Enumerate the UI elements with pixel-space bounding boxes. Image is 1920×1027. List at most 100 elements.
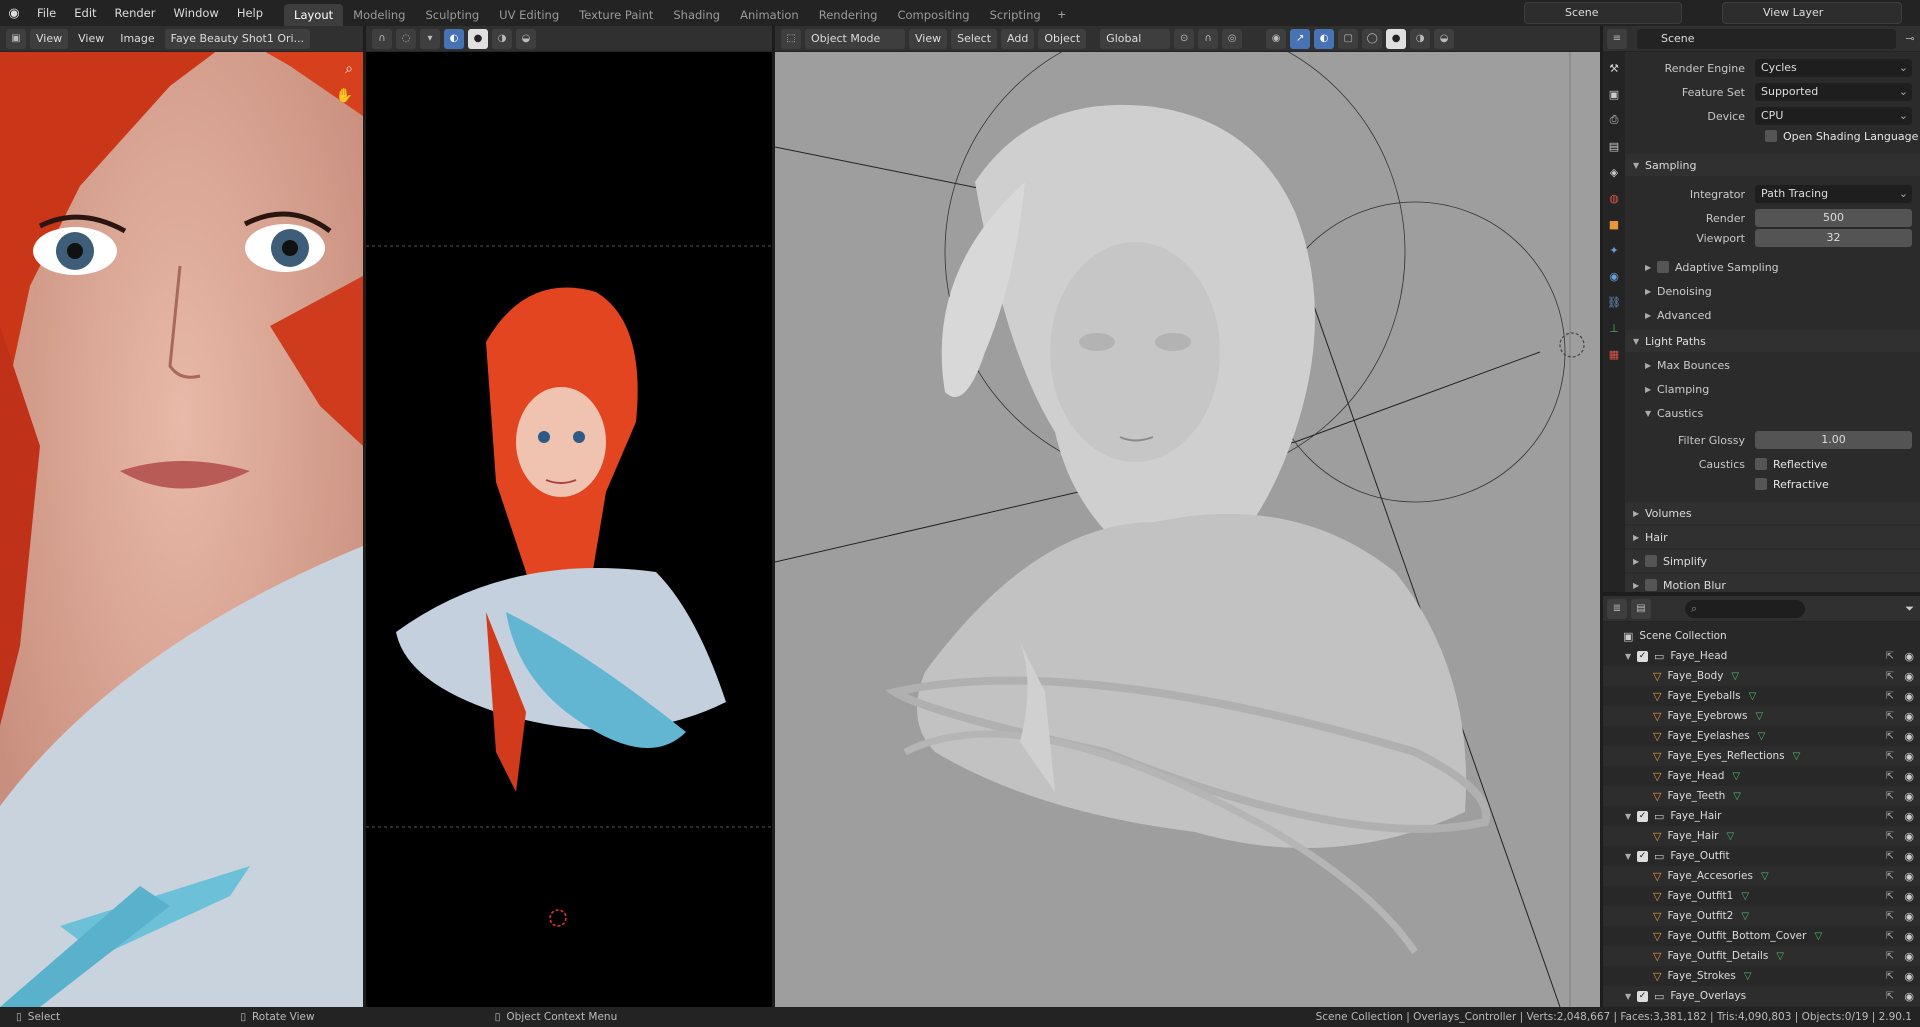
outliner-row[interactable]: ▼ ✓ ▭ Faye_Hair ⇱ ◉ [1603, 806, 1920, 826]
mesh-data-icon[interactable]: ▽ [1741, 911, 1749, 922]
outliner-row[interactable]: ▽ Faye_Strokes ▽ ⇱ ◉ [1603, 966, 1920, 986]
tab-uv-editing[interactable]: UV Editing [489, 4, 569, 26]
selectable-toggle-icon[interactable]: ⇱ [1886, 971, 1894, 982]
motion-blur-section-header[interactable]: ▶ Motion Blur [1625, 574, 1920, 592]
selectable-toggle-icon[interactable]: ⇱ [1886, 951, 1894, 962]
clamping-subpanel[interactable]: ▶ Clamping [1625, 378, 1920, 400]
denoising-subpanel[interactable]: ▶ Denoising [1625, 280, 1920, 302]
outliner-search-input[interactable]: ⌕ [1685, 599, 1805, 618]
max-bounces-subpanel[interactable]: ▶ Max Bounces [1625, 354, 1920, 376]
image-editor-render[interactable]: ∩ ◌ ▾ ◐ ● ◑ ◒ [366, 26, 772, 1007]
hair-section-header[interactable]: ▶ Hair [1625, 526, 1920, 548]
reflective-checkbox[interactable] [1755, 458, 1767, 470]
mesh-data-icon[interactable]: ▽ [1793, 751, 1801, 762]
exclude-checkbox[interactable]: ✓ [1637, 810, 1648, 822]
modifier-tab-icon[interactable]: ✦ [1606, 240, 1622, 260]
visibility-eye-icon[interactable]: ◉ [1904, 750, 1914, 763]
overlay-icon[interactable]: ◐ [444, 28, 464, 49]
filter-glossy-field[interactable]: 1.00 [1755, 431, 1912, 449]
proportional-icon[interactable]: ◌ [396, 28, 416, 49]
visibility-eye-icon[interactable]: ◉ [1904, 830, 1914, 843]
view-menu-3d[interactable]: View [909, 28, 948, 49]
caustics-subpanel[interactable]: ▼ Caustics [1625, 402, 1920, 424]
mesh-data-icon[interactable]: ▽ [1726, 831, 1734, 842]
image-editor-closeup[interactable]: ▣ View View Image Faye Beauty Shot1 Ori.… [0, 26, 363, 1007]
blender-logo-icon[interactable]: ◉ [0, 0, 28, 26]
visibility-eye-icon[interactable]: ◉ [1904, 670, 1914, 683]
exclude-checkbox[interactable]: ✓ [1637, 850, 1648, 862]
selectable-toggle-icon[interactable]: ⇱ [1886, 791, 1894, 802]
selectable-toggle-icon[interactable]: ⇱ [1886, 911, 1894, 922]
tab-shading[interactable]: Shading [663, 4, 730, 26]
tab-texture-paint[interactable]: Texture Paint [569, 4, 663, 26]
refractive-checkbox[interactable] [1755, 478, 1767, 490]
selectable-toggle-icon[interactable]: ⇱ [1886, 851, 1894, 862]
properties-search-field[interactable]: Scene [1637, 28, 1896, 49]
menu-window[interactable]: Window [164, 0, 227, 26]
proportional-edit-icon[interactable]: ◎ [1222, 28, 1243, 49]
volumes-section-header[interactable]: ▶ Volumes [1625, 502, 1920, 524]
world-tab-icon[interactable]: ◍ [1606, 188, 1622, 208]
visibility-eye-icon[interactable]: ◉ [1904, 650, 1914, 663]
tab-compositing[interactable]: Compositing [887, 4, 979, 26]
tab-sculpting[interactable]: Sculpting [415, 4, 489, 26]
mesh-data-icon[interactable]: ▽ [1731, 671, 1739, 682]
visibility-eye-icon[interactable]: ◉ [1904, 950, 1914, 963]
scene-collection-row[interactable]: ▣ Scene Collection [1603, 626, 1920, 646]
image-datablock[interactable]: Faye Beauty Shot1 Ori... [164, 28, 311, 49]
device-dropdown[interactable]: CPU ⌄ [1755, 107, 1912, 125]
outliner-row[interactable]: ▽ Faye_Eyelashes ▽ ⇱ ◉ [1603, 726, 1920, 746]
visibility-eye-icon[interactable]: ◉ [1904, 910, 1914, 923]
visibility-eye-icon[interactable]: ◉ [1904, 970, 1914, 983]
image-menu[interactable]: Image [114, 29, 160, 49]
visibility-eye-icon[interactable]: ◉ [1904, 690, 1914, 703]
simplify-checkbox[interactable] [1645, 555, 1657, 567]
orientation-dropdown[interactable]: Global [1100, 28, 1171, 49]
solid-shading-icon[interactable]: ● [1386, 28, 1407, 49]
outliner-row[interactable]: ▽ Faye_Teeth ▽ ⇱ ◉ [1603, 786, 1920, 806]
mesh-data-icon[interactable]: ▽ [1741, 891, 1749, 902]
output-tab-icon[interactable]: ⎙ [1606, 110, 1622, 130]
material-shading-icon[interactable]: ◑ [1410, 28, 1431, 49]
object-mode-dropdown[interactable]: Object Mode [805, 28, 905, 49]
expand-arrow-icon[interactable]: ▼ [1625, 812, 1637, 821]
render-engine-dropdown[interactable]: Cycles ⌄ [1755, 59, 1912, 77]
tab-animation[interactable]: Animation [730, 4, 809, 26]
simplify-section-header[interactable]: ▶ Simplify [1625, 550, 1920, 572]
view-dropdown[interactable]: View [30, 28, 69, 49]
filter-funnel-icon[interactable]: ⏷ [1905, 602, 1914, 616]
outliner-row[interactable]: ▽ Faye_Hair ▽ ⇱ ◉ [1603, 826, 1920, 846]
menu-file[interactable]: File [28, 0, 65, 26]
object-menu[interactable]: Object [1038, 28, 1087, 49]
tool-tab-icon[interactable]: ⚒ [1606, 58, 1622, 78]
outliner-row[interactable]: ▼ ✓ ▭ Faye_Outfit ⇱ ◉ [1603, 846, 1920, 866]
xray-icon[interactable]: ▢ [1338, 28, 1359, 49]
exclude-checkbox[interactable]: ✓ [1637, 990, 1648, 1002]
visibility-eye-icon[interactable]: ◉ [1904, 710, 1914, 723]
visibility-eye-icon[interactable]: ◉ [1904, 730, 1914, 743]
visibility-eye-icon[interactable]: ◉ [1904, 850, 1914, 863]
hand-pan-icon[interactable]: ✋ [336, 88, 353, 104]
viewport-samples-field[interactable]: 32 [1755, 229, 1912, 247]
wireframe-shading-icon[interactable]: ◯ [1362, 28, 1383, 49]
selectable-toggle-icon[interactable]: ⇱ [1886, 651, 1894, 662]
editor-type-3d-icon[interactable]: ⬚ [781, 28, 801, 49]
view-layer-selector[interactable]: View Layer [1722, 2, 1902, 24]
visibility-icon[interactable]: ◉ [1266, 28, 1287, 49]
overlays-icon[interactable]: ◐ [1314, 28, 1335, 49]
osl-row[interactable]: Open Shading Language [1625, 126, 1920, 146]
visibility-eye-icon[interactable]: ◉ [1904, 790, 1914, 803]
render-samples-field[interactable]: 500 [1755, 209, 1912, 227]
outliner-row[interactable]: ▽ Faye_Outfit1 ▽ ⇱ ◉ [1603, 886, 1920, 906]
expand-arrow-icon[interactable]: ▼ [1625, 992, 1637, 1001]
exclude-checkbox[interactable]: ✓ [1637, 650, 1648, 662]
adaptive-sampling-subpanel[interactable]: ▶ Adaptive Sampling [1625, 256, 1920, 278]
gizmo-icon[interactable]: ↗ [1290, 28, 1311, 49]
texture-tab-icon[interactable]: ▦ [1606, 344, 1622, 364]
tab-rendering[interactable]: Rendering [809, 4, 888, 26]
motion-blur-checkbox[interactable] [1645, 579, 1657, 591]
view-layer-tab-icon[interactable]: ▤ [1606, 136, 1622, 156]
selectable-toggle-icon[interactable]: ⇱ [1886, 811, 1894, 822]
selectable-toggle-icon[interactable]: ⇱ [1886, 731, 1894, 742]
mesh-data-icon[interactable]: ▽ [1749, 691, 1757, 702]
